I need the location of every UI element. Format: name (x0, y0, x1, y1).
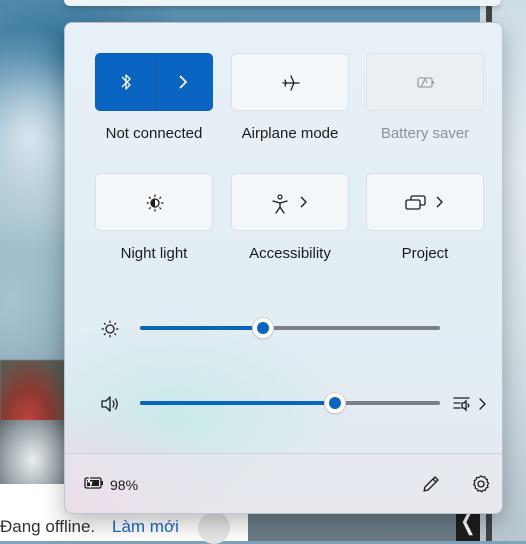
bluetooth-tile[interactable] (95, 53, 213, 111)
offline-status-text: Đang offline. (0, 517, 96, 536)
bluetooth-icon (117, 72, 135, 97)
night-light-label: Night light (120, 245, 188, 262)
circle-button[interactable] (198, 512, 230, 544)
night-light-icon (145, 193, 165, 218)
battery-charging-icon[interactable] (83, 474, 107, 497)
quick-settings-footer: 98% (65, 453, 502, 513)
project-label: Project (401, 245, 449, 262)
chevron-right-icon (298, 194, 308, 215)
gear-icon[interactable] (471, 474, 491, 499)
chevron-right-icon[interactable] (176, 73, 190, 96)
brightness-slider-fill (140, 326, 263, 330)
accessibility-label: Accessibility (249, 245, 331, 262)
project-tile[interactable] (366, 173, 484, 231)
bluetooth-label: Not connected (105, 125, 203, 142)
battery-saver-label: Battery saver (380, 125, 470, 142)
volume-slider-thumb[interactable] (325, 393, 345, 413)
pencil-icon[interactable] (421, 474, 441, 499)
night-light-tile[interactable] (95, 173, 213, 231)
speaker-icon[interactable] (99, 394, 123, 419)
battery-saver-tile[interactable] (366, 53, 484, 111)
accessibility-icon (270, 193, 290, 220)
airplane-mode-label: Airplane mode (241, 125, 339, 142)
previous-flyout-edge (64, 0, 501, 6)
airplane-icon (280, 72, 302, 99)
battery-percentage: 98% (110, 477, 139, 493)
tile-divider (155, 54, 156, 110)
volume-slider-fill (140, 401, 335, 405)
brightness-slider-thumb[interactable] (253, 318, 273, 338)
chevron-right-icon (434, 194, 444, 215)
quick-settings-panel: Not connected Airplane mode Battery save… (64, 22, 503, 514)
audio-output-icon[interactable] (451, 393, 487, 420)
refresh-link[interactable]: Làm mới (112, 517, 179, 537)
battery-saver-icon (415, 74, 437, 97)
project-icon (404, 194, 428, 217)
brightness-icon (100, 319, 120, 344)
airplane-mode-tile[interactable] (231, 53, 349, 111)
accessibility-tile[interactable] (231, 173, 349, 231)
